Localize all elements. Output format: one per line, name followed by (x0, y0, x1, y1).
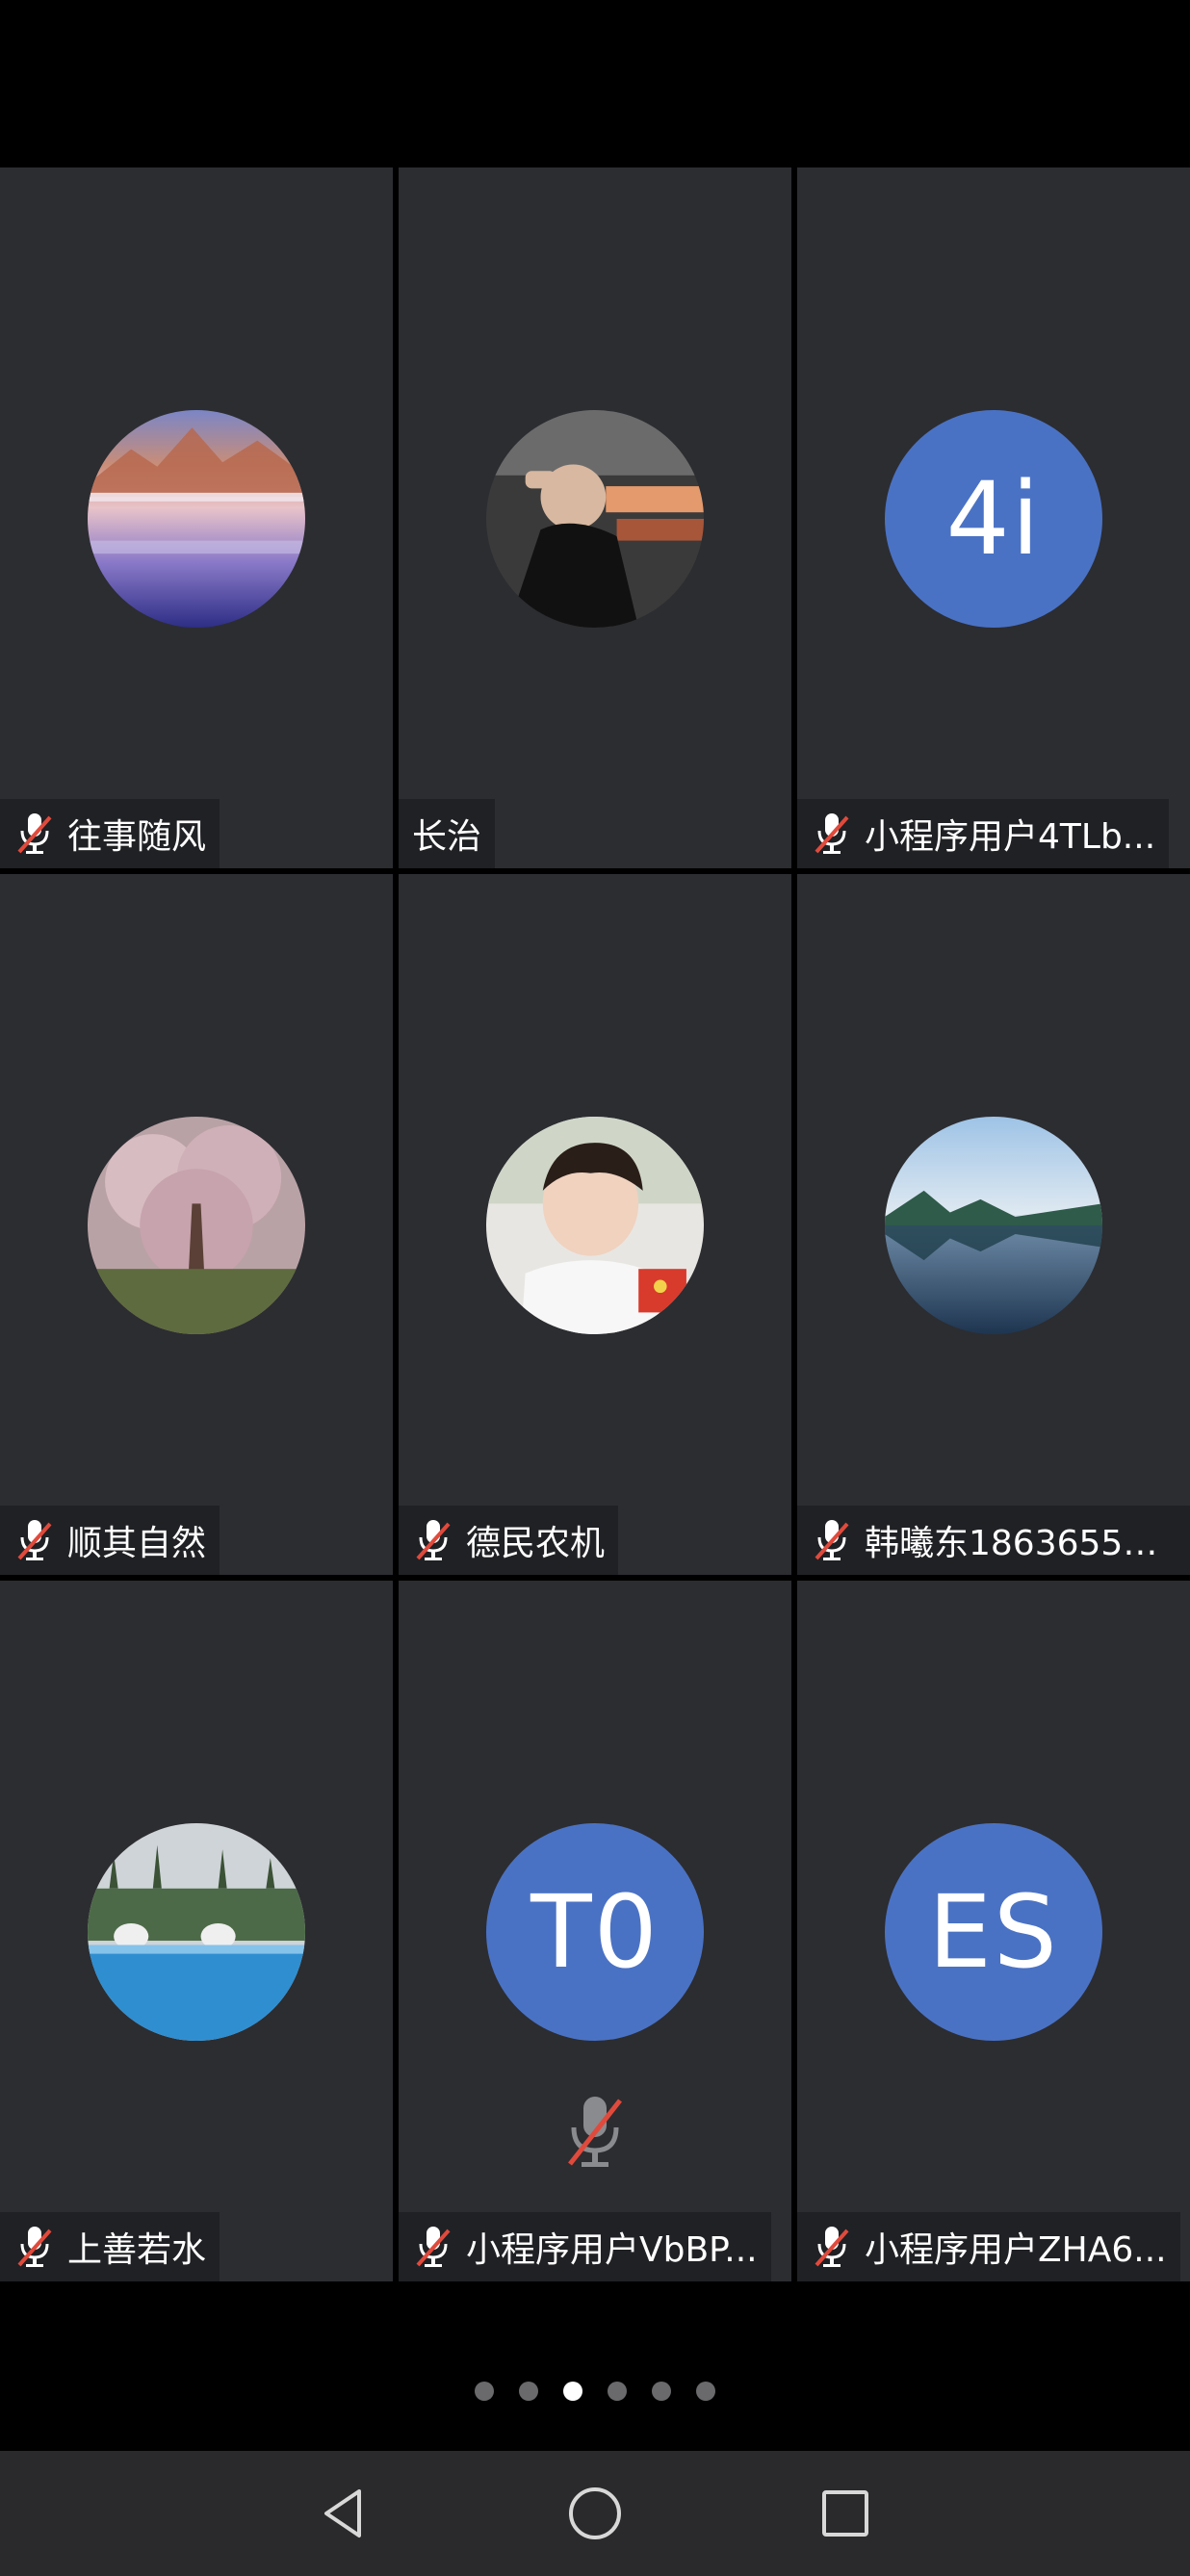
mic-muted-icon (412, 1516, 454, 1564)
back-icon (324, 2489, 361, 2537)
participant-tile[interactable]: 韩曦东18636559... (797, 874, 1190, 1575)
meeting-screen: 往事随风 长治 4i 小程序用户4TLb... 顺其自然 德民农机 韩曦东186… (0, 0, 1190, 2576)
participant-avatar: ES (885, 1823, 1102, 2041)
mic-muted-icon (811, 2223, 853, 2271)
page-dot[interactable] (608, 2382, 627, 2401)
mic-muted-icon (564, 2093, 626, 2174)
participant-name-bar: 上善若水 (0, 2212, 220, 2281)
participant-tile[interactable]: 4i 小程序用户4TLb... (797, 167, 1190, 868)
back-button[interactable] (311, 2480, 378, 2547)
participant-name: 顺其自然 (67, 1524, 207, 1563)
home-button[interactable] (561, 2480, 629, 2547)
participant-name: 长治 (412, 817, 482, 857)
participant-name: 上善若水 (67, 2230, 207, 2270)
page-dot[interactable] (696, 2382, 715, 2401)
page-dot[interactable] (475, 2382, 494, 2401)
participant-name: 小程序用户VbBP... (466, 2230, 758, 2270)
child-portrait-photo (486, 1117, 704, 1334)
participant-name-bar: 往事随风 (0, 799, 220, 868)
mic-muted-icon (13, 2223, 56, 2271)
participant-avatar (486, 1117, 704, 1334)
participant-grid: 往事随风 长治 4i 小程序用户4TLb... 顺其自然 德民农机 韩曦东186… (0, 167, 1190, 2281)
person-selfie-photo (486, 410, 704, 628)
participant-tile[interactable]: 德民农机 (399, 874, 791, 1575)
participant-name: 德民农机 (466, 1524, 606, 1563)
system-navigation-bar (0, 2451, 1190, 2576)
participant-name-bar: 德民农机 (399, 1506, 619, 1575)
participant-avatar (885, 1117, 1102, 1334)
participant-avatar (486, 410, 704, 628)
page-dot[interactable] (652, 2382, 671, 2401)
participant-tile[interactable]: ES 小程序用户ZHA6... (797, 1581, 1190, 2281)
participant-avatar: T0 (486, 1823, 704, 2041)
participant-tile[interactable]: 长治 (399, 167, 791, 868)
mic-muted-icon (13, 1516, 56, 1564)
mic-muted-icon (811, 810, 853, 858)
mountain-lake-reflection-photo (885, 1117, 1102, 1334)
participant-tile[interactable]: 上善若水 (0, 1581, 393, 2281)
mic-muted-icon (13, 810, 56, 858)
snowy-mountain-lake-photo (88, 410, 305, 628)
mic-muted-icon (811, 1516, 853, 1564)
recents-button[interactable] (812, 2480, 879, 2547)
resort-pool-photo (88, 1823, 305, 2041)
participant-avatar (88, 410, 305, 628)
mic-muted-icon (412, 2223, 454, 2271)
participant-name-bar: 韩曦东18636559... (797, 1506, 1190, 1575)
participant-name: 小程序用户ZHA6... (865, 2230, 1167, 2270)
participant-name: 小程序用户4TLb... (865, 817, 1156, 857)
participant-name: 韩曦东18636559... (865, 1524, 1177, 1563)
participant-avatar (88, 1117, 305, 1334)
participant-avatar: 4i (885, 410, 1102, 628)
page-dot-active[interactable] (563, 2382, 582, 2401)
page-dot[interactable] (519, 2382, 538, 2401)
participant-name-bar: 长治 (399, 799, 496, 868)
recents-icon (822, 2490, 868, 2537)
blossom-tree-photo (88, 1117, 305, 1334)
home-icon (569, 2487, 621, 2539)
participant-name-bar: 小程序用户4TLb... (797, 799, 1170, 868)
participant-tile[interactable]: 往事随风 (0, 167, 393, 868)
participant-tile[interactable]: T0 小程序用户VbBP... (399, 1581, 791, 2281)
participant-name-bar: 小程序用户ZHA6... (797, 2212, 1180, 2281)
participant-name: 往事随风 (67, 817, 207, 857)
participant-name-bar: 顺其自然 (0, 1506, 220, 1575)
participant-tile[interactable]: 顺其自然 (0, 874, 393, 1575)
participant-name-bar: 小程序用户VbBP... (399, 2212, 771, 2281)
participant-avatar (88, 1823, 305, 2041)
page-indicator[interactable] (0, 2382, 1190, 2405)
